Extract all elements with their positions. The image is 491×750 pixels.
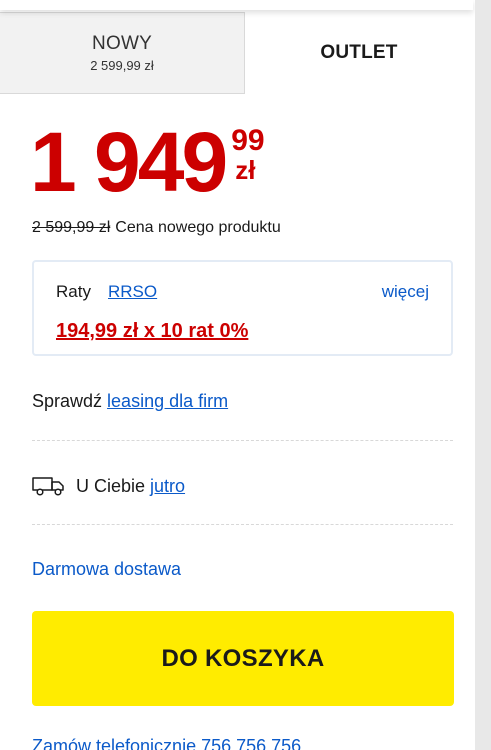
leasing-link[interactable]: leasing dla firm [107,391,228,411]
scrollbar-track[interactable] [475,0,491,750]
tab-new-price: 2 599,99 zł [90,58,154,73]
installments-offer-link[interactable]: 194,99 zł x 10 rat 0% [56,320,248,343]
tab-new-title: NOWY [92,33,152,54]
price-integer: 1 949 [30,115,228,209]
installments-box: Raty RRSO więcej 194,99 zł x 10 rat 0% [32,260,453,356]
free-shipping-link[interactable]: Darmowa dostawa [32,559,181,580]
price-fraction-group: 99 zł [231,124,265,185]
rrso-link[interactable]: RRSO [108,282,157,302]
price-currency: zł [235,155,256,185]
condition-tabs: NOWY 2 599,99 zł OUTLET [0,12,473,94]
current-price: 1 949 99 zł [30,120,265,204]
tab-outlet-title: OUTLET [320,42,398,63]
add-to-cart-button[interactable]: DO KOSZYKA [32,611,454,706]
phone-order-link[interactable]: Zamów telefonicznie 756 756 756 [32,736,301,750]
product-purchase-panel: NOWY 2 599,99 zł OUTLET 1 949 99 zł 2 59… [0,0,491,750]
divider [32,524,453,525]
header-shadow [0,0,473,10]
leasing-row: Sprawdź leasing dla firm [32,391,228,412]
delivery-date-link[interactable]: jutro [150,476,185,497]
old-price-label: Cena nowego produktu [115,219,281,236]
leasing-prefix: Sprawdź [32,391,103,411]
tab-outlet[interactable]: OUTLET [245,12,473,94]
truck-icon [32,475,66,497]
old-price-row: 2 599,99 zł Cena nowego produktu [32,219,281,237]
installments-more-link[interactable]: więcej [382,282,429,302]
price-decimal: 99 [231,124,265,157]
divider [32,440,453,441]
old-price: 2 599,99 zł [32,219,111,236]
tab-new[interactable]: NOWY 2 599,99 zł [0,12,245,94]
installments-label: Raty [56,282,91,301]
delivery-row: U Ciebie jutro [32,475,185,497]
delivery-prefix: U Ciebie [76,475,146,496]
